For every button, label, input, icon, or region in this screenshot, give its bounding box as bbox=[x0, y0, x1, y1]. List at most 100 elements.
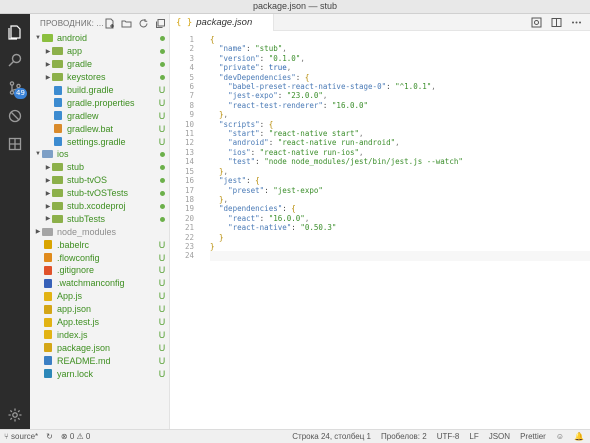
code-line: "react": "16.0.0", bbox=[228, 213, 310, 223]
tree-item[interactable]: ▼ android bbox=[30, 32, 170, 45]
code-line: }, bbox=[219, 166, 229, 176]
tree-item[interactable]: .babelrc U bbox=[30, 238, 170, 251]
collapse-all-icon[interactable] bbox=[155, 18, 166, 29]
window-title: package.json — stub bbox=[252, 1, 338, 11]
open-preview-icon[interactable] bbox=[531, 17, 542, 28]
tree-item-label: gradle bbox=[67, 59, 93, 70]
tree-item[interactable]: build.gradle U bbox=[30, 84, 170, 97]
tree-item[interactable]: gradle.properties U bbox=[30, 96, 170, 109]
extensions-activity[interactable] bbox=[0, 130, 30, 158]
split-editor-icon[interactable] bbox=[551, 17, 562, 28]
git-file-icon bbox=[42, 265, 53, 275]
tree-item[interactable]: README.md U bbox=[30, 354, 170, 367]
js-file-icon bbox=[42, 317, 53, 327]
tree-item[interactable]: package.json U bbox=[30, 341, 170, 354]
tree-item[interactable]: ▶ keystores bbox=[30, 71, 170, 84]
tree-item-label: package.json bbox=[57, 342, 111, 353]
git-status-badge: U bbox=[158, 252, 166, 263]
encoding[interactable]: UTF-8 bbox=[437, 432, 460, 441]
new-folder-icon[interactable] bbox=[121, 18, 132, 29]
tree-item[interactable]: ▼ ios bbox=[30, 148, 170, 161]
code-line: "test": "node node_modules/jest/bin/jest… bbox=[228, 157, 463, 167]
tree-item[interactable]: ▶ stub-tvOS bbox=[30, 174, 170, 187]
tree-item[interactable]: ▶ stub.xcodeproj bbox=[30, 200, 170, 213]
tree-item[interactable]: ▶ node_modules bbox=[30, 225, 170, 238]
git-status-badge bbox=[156, 149, 168, 159]
explorer-activity[interactable] bbox=[0, 18, 30, 46]
tree-item[interactable]: ▶ app bbox=[30, 45, 170, 58]
tree-item[interactable]: .flowconfig U bbox=[30, 251, 170, 264]
tree-item[interactable]: gradlew.bat U bbox=[30, 122, 170, 135]
sync-icon[interactable]: ↻ bbox=[46, 432, 53, 441]
tree-item-label: .babelrc bbox=[57, 239, 90, 250]
problems-indicator[interactable]: ⊗ 0 ⚠ 0 bbox=[61, 432, 90, 441]
git-status-badge: U bbox=[158, 317, 166, 328]
tree-item-label: gradle.properties bbox=[67, 97, 135, 108]
code-line: { bbox=[210, 35, 215, 44]
tree-item[interactable]: App.test.js U bbox=[30, 316, 170, 329]
yarn-file-icon bbox=[42, 369, 53, 379]
more-actions-icon[interactable] bbox=[571, 17, 582, 28]
language-mode[interactable]: JSON bbox=[489, 432, 510, 441]
tree-item[interactable]: .watchmanconfig U bbox=[30, 277, 170, 290]
tab-package-json[interactable]: { } package.json bbox=[170, 14, 274, 31]
tree-item-label: stub-tvOSTests bbox=[67, 188, 129, 199]
cursor-position[interactable]: Строка 24, столбец 1 bbox=[292, 432, 371, 441]
source-control-activity[interactable]: 49 bbox=[0, 74, 30, 102]
tree-item-label: stubTests bbox=[67, 213, 106, 224]
code-line: "start": "react-native start", bbox=[228, 129, 364, 139]
tree-item-label: app.json bbox=[57, 304, 92, 315]
babel-file-icon bbox=[42, 240, 53, 250]
line-number-gutter: 1 2 3 4 5 6 7 8 9 10 11 12 13 14 15 16 17 18 19 20 21 22 23 24 bbox=[170, 35, 200, 261]
title-bar: package.json — stub bbox=[0, 0, 590, 14]
line-number: 1 bbox=[189, 35, 194, 44]
chevron-down-icon: ▼ bbox=[35, 151, 41, 158]
tree-item[interactable]: yarn.lock U bbox=[30, 367, 170, 380]
tree-item[interactable]: ▶ stub-tvOSTests bbox=[30, 187, 170, 200]
line-number: 12 bbox=[184, 138, 194, 148]
extensions-icon bbox=[8, 137, 22, 151]
indentation[interactable]: Пробелов: 2 bbox=[381, 432, 427, 441]
folder-icon bbox=[52, 189, 63, 198]
new-file-icon[interactable] bbox=[104, 18, 115, 29]
settings-activity[interactable] bbox=[0, 401, 30, 429]
line-number: 8 bbox=[189, 100, 194, 110]
json-file-icon: { } bbox=[176, 17, 193, 28]
bat-file-icon bbox=[52, 124, 63, 134]
git-status-badge: U bbox=[158, 97, 166, 108]
tree-item[interactable]: index.js U bbox=[30, 328, 170, 341]
git-status-badge bbox=[156, 214, 168, 224]
code-editor[interactable]: 1 2 3 4 5 6 7 8 9 10 11 12 13 14 15 16 17 18 19 20 21 22 23 24 … bbox=[170, 31, 590, 429]
line-ending[interactable]: LF bbox=[469, 432, 478, 441]
tree-item[interactable]: app.json U bbox=[30, 303, 170, 316]
formatter[interactable]: Prettier bbox=[520, 432, 546, 441]
refresh-icon[interactable] bbox=[138, 18, 149, 29]
tree-item[interactable]: ▶ gradle bbox=[30, 58, 170, 71]
feedback-icon[interactable]: ☺ bbox=[556, 432, 564, 441]
tree-item[interactable]: settings.gradle U bbox=[30, 135, 170, 148]
tree-item-label: gradlew bbox=[67, 110, 99, 121]
line-number: 10 bbox=[184, 119, 194, 129]
code-area[interactable]: { "name": "stub", "version": "0.1.0", "p… bbox=[210, 35, 590, 261]
git-status-badge: U bbox=[158, 368, 166, 379]
notifications-icon[interactable]: 🔔 bbox=[574, 432, 584, 441]
tree-item[interactable]: .gitignore U bbox=[30, 264, 170, 277]
tree-item[interactable]: gradlew U bbox=[30, 109, 170, 122]
git-status-badge: U bbox=[158, 329, 166, 340]
tree-item[interactable]: ▶ stubTests bbox=[30, 212, 170, 225]
branch-indicator[interactable]: ⑂ source* bbox=[4, 432, 38, 441]
line-number: 2 bbox=[189, 44, 194, 54]
tree-item[interactable]: ▶ stub bbox=[30, 161, 170, 174]
search-activity[interactable] bbox=[0, 46, 30, 74]
git-status-badge bbox=[156, 72, 168, 82]
tree-item-label: .watchmanconfig bbox=[57, 278, 125, 289]
tree-item[interactable]: App.js U bbox=[30, 290, 170, 303]
tree-item-label: .flowconfig bbox=[57, 252, 100, 263]
git-status-badge bbox=[156, 188, 168, 198]
debug-activity[interactable] bbox=[0, 102, 30, 130]
git-status-badge: U bbox=[158, 85, 166, 95]
tree-item-label: index.js bbox=[57, 329, 88, 340]
folder-icon bbox=[52, 202, 63, 211]
debug-icon bbox=[8, 109, 22, 123]
flow-file-icon bbox=[42, 253, 53, 263]
